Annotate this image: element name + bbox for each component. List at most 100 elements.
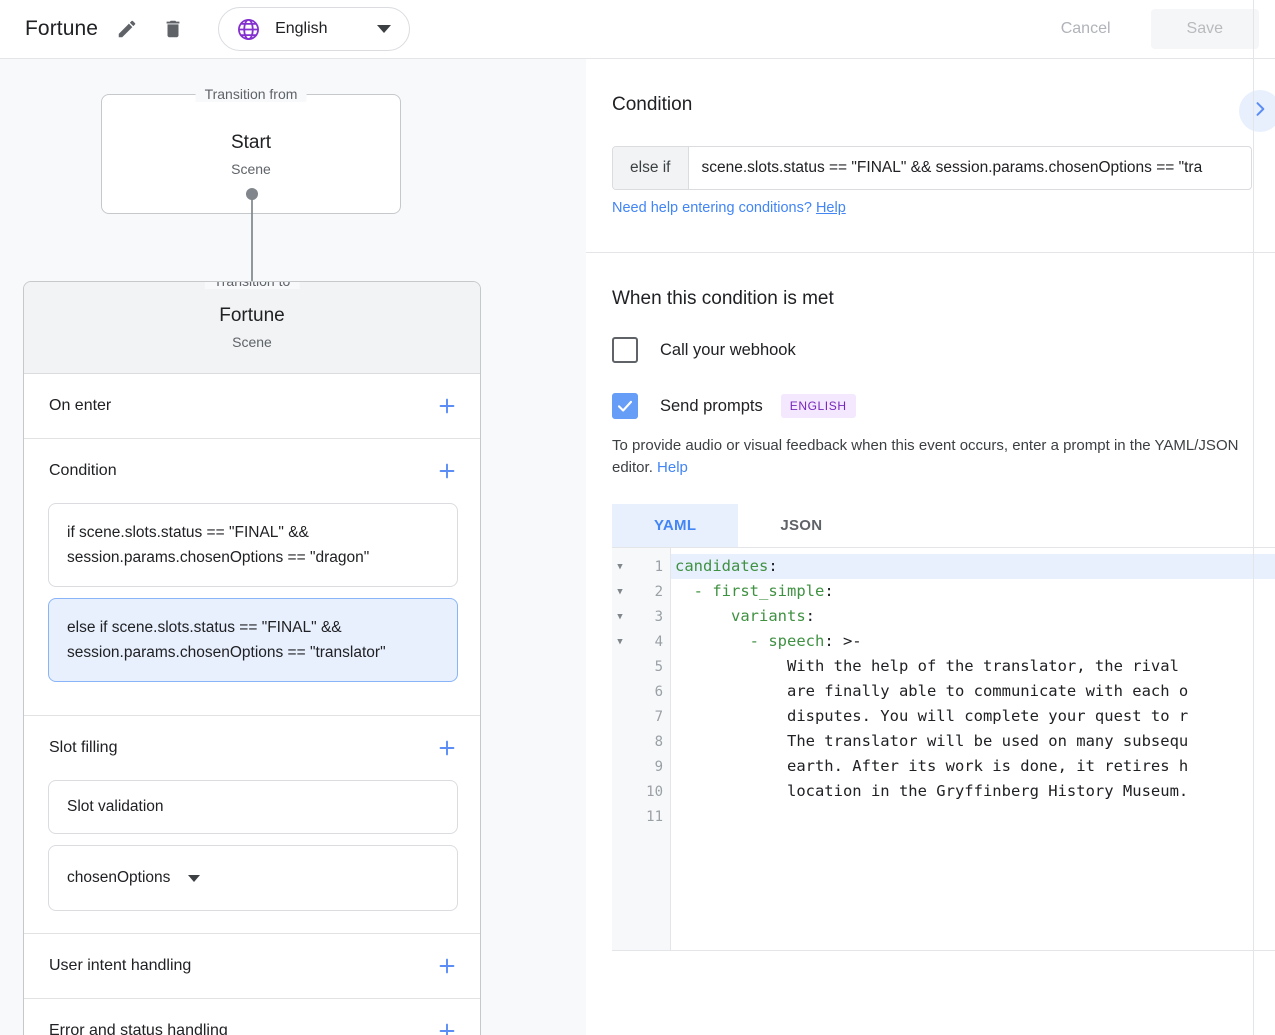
- triangle-down-icon[interactable]: ▼: [612, 562, 628, 572]
- section-title: Error and status handling: [49, 1022, 434, 1035]
- condition-help-link[interactable]: Help: [816, 200, 846, 216]
- line-number: 4: [628, 634, 663, 650]
- top-app-bar: Fortune English Cancel: [0, 0, 1275, 59]
- prompt-hint-link[interactable]: Help: [657, 459, 688, 476]
- editor-line-number-row: ▼2: [612, 579, 670, 604]
- pencil-icon: [116, 18, 138, 40]
- line-number: 2: [628, 584, 663, 600]
- section-header-slot-filling[interactable]: Slot filling: [24, 716, 480, 780]
- language-selector[interactable]: English: [218, 7, 410, 51]
- section-header-condition[interactable]: Condition: [24, 439, 480, 503]
- code-line: [671, 804, 1275, 829]
- section-title: Condition: [49, 462, 434, 480]
- plus-icon[interactable]: [434, 393, 460, 419]
- editor-right-border: [1253, 0, 1254, 1035]
- code-indent: [675, 632, 750, 650]
- condition-prefix-label: else if: [613, 147, 689, 189]
- scene-header[interactable]: Fortune Scene: [24, 282, 480, 374]
- expand-panel-button[interactable]: [1239, 90, 1275, 132]
- code-text: The translator will be used on many subs…: [675, 732, 1188, 750]
- status-badge: ENGLISH: [781, 394, 856, 418]
- section-on-enter: On enter: [24, 374, 480, 439]
- line-number: 8: [628, 734, 663, 750]
- line-number: 10: [628, 784, 663, 800]
- edit-name-button[interactable]: [110, 12, 144, 46]
- code-punct: :: [824, 582, 833, 600]
- tab-json[interactable]: JSON: [738, 504, 864, 547]
- plus-icon[interactable]: [434, 1018, 460, 1035]
- transition-to-legend: Transition to: [205, 281, 300, 289]
- prompt-hint-text: To provide audio or visual feedback when…: [612, 435, 1242, 479]
- condition-help-line: Need help entering conditions? Help: [612, 200, 1249, 216]
- section-header-user-intent-handling[interactable]: User intent handling: [24, 934, 480, 998]
- section-user-intent-handling: User intent handling: [24, 934, 480, 999]
- transition-from-subtitle: Scene: [231, 161, 271, 177]
- line-number: 9: [628, 759, 663, 775]
- tab-yaml[interactable]: YAML: [612, 504, 738, 547]
- section-header-on-enter[interactable]: On enter: [24, 374, 480, 438]
- code-punct: :: [768, 557, 777, 575]
- slot-filling-body: Slot validation chosenOptions: [24, 780, 480, 933]
- caret-down-icon: [188, 875, 200, 882]
- triangle-down-icon[interactable]: ▼: [612, 587, 628, 597]
- save-button[interactable]: Save: [1151, 9, 1259, 49]
- chevron-down-icon: [377, 25, 391, 33]
- code-line: location in the Gryffinberg History Muse…: [671, 779, 1275, 804]
- condition-met-heading: When this condition is met: [612, 253, 1249, 310]
- condition-detail-panel: Condition else if scene.slots.status == …: [586, 59, 1275, 1035]
- condition-help-text: Need help entering conditions?: [612, 200, 816, 216]
- code-line: disputes. You will complete your quest t…: [671, 704, 1275, 729]
- triangle-down-icon[interactable]: ▼: [612, 612, 628, 622]
- code-line: The translator will be used on many subs…: [671, 729, 1275, 754]
- editor-line-number-row: ▼1: [612, 554, 670, 579]
- editor-line-number-row: 11: [612, 804, 670, 829]
- line-number: 3: [628, 609, 663, 625]
- condition-met-block: When this condition is met Call your web…: [586, 253, 1275, 547]
- line-number: 1: [628, 559, 663, 575]
- section-title: User intent handling: [49, 957, 434, 975]
- plus-icon[interactable]: [434, 735, 460, 761]
- yaml-code-editor[interactable]: ▼1▼2▼3▼4567891011 candidates: - first_si…: [612, 547, 1275, 951]
- editor-line-number-row: 10: [612, 779, 670, 804]
- slot-validation-item[interactable]: Slot validation: [48, 780, 458, 834]
- transition-to-subtitle: Scene: [232, 334, 272, 350]
- code-line: With the help of the translator, the riv…: [671, 654, 1275, 679]
- editor-code-area[interactable]: candidates: - first_simple: variants: - …: [671, 548, 1275, 950]
- editor-line-number-row: 9: [612, 754, 670, 779]
- code-indent: [675, 582, 694, 600]
- section-title: On enter: [49, 397, 434, 415]
- code-line: candidates:: [671, 554, 1275, 579]
- condition-expression-input[interactable]: scene.slots.status == "FINAL" && session…: [689, 147, 1252, 189]
- code-text: With the help of the translator, the riv…: [675, 657, 1179, 675]
- send-prompts-checkbox-row[interactable]: Send prompts ENGLISH: [612, 393, 1249, 419]
- language-label: English: [275, 20, 361, 38]
- transition-to-node: Transition to Fortune Scene On enter Con…: [23, 281, 481, 1035]
- prompt-hint-body: To provide audio or visual feedback when…: [612, 437, 1238, 476]
- condition-item-selected[interactable]: else if scene.slots.status == "FINAL" &&…: [48, 598, 458, 682]
- condition-input-row[interactable]: else if scene.slots.status == "FINAL" &&…: [612, 146, 1252, 190]
- editor-line-number-row: 5: [612, 654, 670, 679]
- section-header-error-status-handling[interactable]: Error and status handling: [24, 999, 480, 1035]
- slot-name-dropdown[interactable]: chosenOptions: [48, 845, 458, 911]
- code-key: - first_simple: [694, 582, 825, 600]
- triangle-down-icon[interactable]: ▼: [612, 637, 628, 647]
- delete-button[interactable]: [156, 12, 190, 46]
- cancel-button[interactable]: Cancel: [1039, 10, 1133, 48]
- webhook-checkbox-row[interactable]: Call your webhook: [612, 337, 1249, 363]
- code-line: earth. After its work is done, it retire…: [671, 754, 1275, 779]
- send-prompts-label: Send prompts: [660, 397, 763, 416]
- editor-line-number-row: ▼3: [612, 604, 670, 629]
- topbar-actions: Cancel Save: [1039, 9, 1275, 49]
- plus-icon[interactable]: [434, 953, 460, 979]
- slot-name-label: chosenOptions: [67, 869, 170, 887]
- condition-item[interactable]: if scene.slots.status == "FINAL" && sess…: [48, 503, 458, 587]
- code-key: variants: [731, 607, 806, 625]
- send-prompts-checkbox[interactable]: [612, 393, 638, 419]
- plus-icon[interactable]: [434, 458, 460, 484]
- condition-heading: Condition: [612, 59, 1249, 116]
- transition-from-legend: Transition from: [196, 86, 307, 102]
- panel-divider: [586, 252, 1275, 253]
- code-line: variants:: [671, 604, 1275, 629]
- webhook-checkbox[interactable]: [612, 337, 638, 363]
- code-text: disputes. You will complete your quest t…: [675, 707, 1188, 725]
